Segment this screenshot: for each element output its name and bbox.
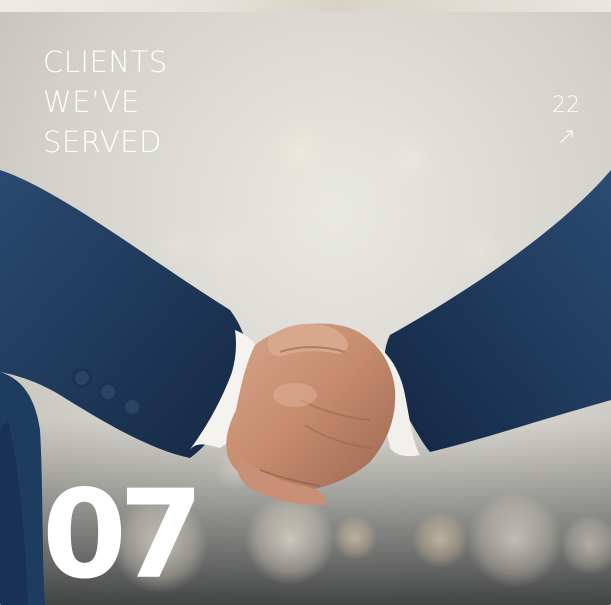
client-count-link[interactable]: 22 ↗ bbox=[500, 90, 580, 152]
top-image-strip bbox=[0, 0, 611, 12]
headline-line-3: SERVED bbox=[43, 125, 162, 159]
arrow-up-right-icon[interactable]: ↗ bbox=[500, 122, 576, 152]
headline-line-2: WE’VE bbox=[43, 85, 140, 119]
card-index-number: 07 bbox=[42, 464, 204, 605]
card-headline: CLIENTS WE’VE SERVED bbox=[43, 42, 168, 162]
headline-line-1: CLIENTS bbox=[43, 45, 168, 79]
client-count: 22 bbox=[552, 93, 580, 118]
clients-served-card[interactable]: CLIENTS WE’VE SERVED 22 ↗ 07 bbox=[0, 0, 611, 605]
